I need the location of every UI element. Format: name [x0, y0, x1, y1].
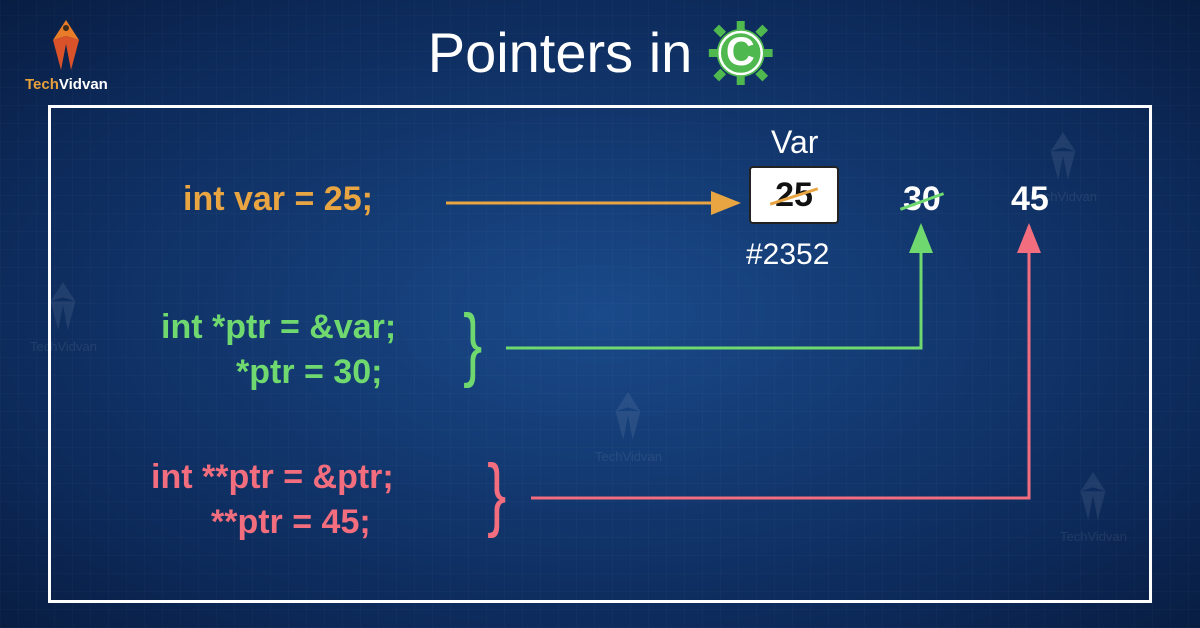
var-box: 25 — [749, 166, 839, 224]
logo-figure-icon — [43, 18, 89, 74]
watermark-icon: TechVidvan — [1060, 470, 1127, 544]
watermark-icon: TechVidvan — [30, 280, 97, 354]
watermark-icon: TechVidvan — [595, 390, 662, 464]
page-title: Pointers in C — [428, 20, 773, 85]
code-dblptr-decl: int **ptr = &ptr; — [151, 458, 394, 497]
brace-green: } — [463, 303, 482, 385]
title-text: Pointers in — [428, 20, 693, 85]
arrow-orange — [446, 198, 746, 208]
code-ptr-decl: int *ptr = &var; — [161, 308, 396, 347]
brace-pink: } — [487, 453, 506, 535]
code-ptr-assign: *ptr = 30; — [236, 353, 382, 392]
techvidvan-logo: TechVidvan — [25, 18, 108, 93]
var-value: 25 — [775, 176, 813, 215]
value-30: 30 — [903, 180, 941, 219]
var-label: Var — [771, 124, 818, 161]
arrow-pink — [531, 218, 1036, 508]
c-gear-icon: C — [708, 21, 772, 85]
gear-letter: C — [726, 30, 755, 75]
diagram-frame: int var = 25; int *ptr = &var; *ptr = 30… — [48, 105, 1152, 603]
watermark-icon: TechVidvan — [1030, 130, 1097, 204]
code-dblptr-assign: **ptr = 45; — [211, 503, 371, 542]
code-declare-var: int var = 25; — [183, 180, 373, 219]
logo-text: TechVidvan — [25, 76, 108, 93]
